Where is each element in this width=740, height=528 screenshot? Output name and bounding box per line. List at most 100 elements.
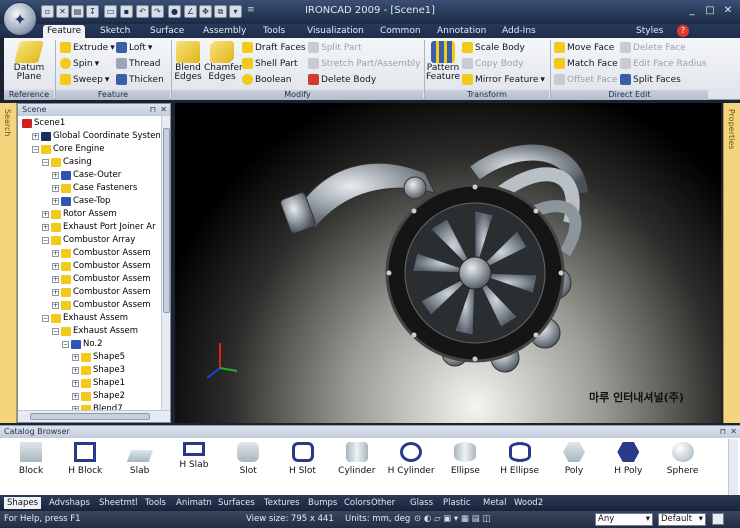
collapse-icon[interactable]: −: [42, 315, 49, 322]
tab-add-ins[interactable]: Add-Ins: [498, 25, 540, 38]
collapse-icon[interactable]: −: [52, 328, 59, 335]
catalog-tab-surfaces[interactable]: Surfaces: [215, 497, 258, 509]
tree-item[interactable]: + Combustor Assem: [52, 286, 151, 299]
catalog-item[interactable]: H Slot: [278, 442, 328, 476]
tab-assembly[interactable]: Assembly: [199, 25, 250, 38]
catalog-tab-wood2[interactable]: Wood2: [511, 497, 546, 509]
maximize-button[interactable]: □: [703, 4, 717, 17]
tree-item[interactable]: − Casing: [42, 156, 92, 169]
3d-viewport[interactable]: 마루 인터내셔널(주): [175, 103, 721, 423]
expand-icon[interactable]: +: [42, 224, 49, 231]
tree-item[interactable]: − Combustor Array: [42, 234, 135, 247]
tree-item[interactable]: − No.2: [62, 338, 103, 351]
shell-part-button[interactable]: Shell Part: [242, 58, 298, 69]
render-icon[interactable]: ●: [168, 5, 181, 18]
expand-icon[interactable]: +: [72, 393, 79, 400]
tab-annotation[interactable]: Annotation: [433, 25, 490, 38]
view-icon[interactable]: ▾: [229, 5, 242, 18]
catalog-item[interactable]: Sphere: [658, 442, 708, 476]
measure-icon[interactable]: ∠: [184, 5, 197, 18]
expand-icon[interactable]: +: [52, 172, 59, 179]
properties-side-tab[interactable]: Properties: [723, 103, 740, 423]
collapse-icon[interactable]: −: [32, 146, 39, 153]
minimize-button[interactable]: _: [685, 4, 699, 17]
split-part-button[interactable]: Split Part: [308, 42, 362, 53]
datum-plane-button[interactable]: Datum Plane: [8, 41, 50, 82]
expand-icon[interactable]: +: [72, 354, 79, 361]
catalog-item[interactable]: H Block: [60, 442, 110, 476]
catalog-tab-shapes[interactable]: Shapes: [4, 497, 42, 509]
tab-sketch[interactable]: Sketch: [96, 25, 134, 38]
expand-icon[interactable]: +: [52, 276, 59, 283]
tab-surface[interactable]: Surface: [146, 25, 188, 38]
catalog-tab-sheetmtl[interactable]: Sheetmtl: [96, 497, 141, 509]
split-faces-button[interactable]: Split Faces: [620, 74, 681, 85]
draft-faces-button[interactable]: Draft Faces: [242, 42, 306, 53]
tree-item[interactable]: + Case-Outer: [52, 169, 121, 182]
extrude-button[interactable]: Extrude ▾: [60, 42, 115, 53]
catalog-item[interactable]: H Poly: [603, 442, 653, 476]
copy-body-button[interactable]: Copy Body: [462, 58, 523, 69]
catalog-tab-glass[interactable]: Glass: [407, 497, 436, 509]
close-doc-icon[interactable]: ✕: [56, 5, 69, 18]
undo-icon[interactable]: ↶: [136, 5, 149, 18]
tree-item[interactable]: + Combustor Assem: [52, 273, 151, 286]
spin-button[interactable]: Spin ▾: [60, 58, 99, 69]
close-pane-icon[interactable]: ✕: [160, 104, 167, 116]
status-tool-icons[interactable]: ⊙ ◐ ▱ ▣ ▾ ▦ ▤ ◫: [414, 513, 490, 526]
help-icon[interactable]: ?: [677, 25, 689, 37]
close-pane-icon[interactable]: ✕: [730, 426, 737, 438]
expand-icon[interactable]: +: [52, 185, 59, 192]
tree-item[interactable]: + Shape3: [72, 364, 125, 377]
catalog-item[interactable]: Ellipse: [440, 442, 490, 476]
thread-button[interactable]: Thread: [116, 58, 160, 69]
tree-item[interactable]: + Case-Top: [52, 195, 110, 208]
catalog-tab-bumps[interactable]: Bumps: [305, 497, 340, 509]
delete-body-button[interactable]: Delete Body: [308, 74, 376, 85]
tree-item[interactable]: + Shape5: [72, 351, 125, 364]
search-side-tab[interactable]: Search: [0, 103, 17, 423]
expand-icon[interactable]: +: [72, 367, 79, 374]
pin-icon[interactable]: ⊓: [150, 104, 156, 116]
tree-item[interactable]: + Exhaust Port Joiner Ar: [42, 221, 156, 234]
move-icon[interactable]: ✥: [199, 5, 212, 18]
app-menu-button[interactable]: ✦: [3, 2, 37, 36]
collapse-icon[interactable]: −: [42, 159, 49, 166]
customize-qat-icon[interactable]: ≡: [247, 5, 255, 15]
catalog-item[interactable]: Slab: [115, 442, 165, 476]
import-icon[interactable]: ↧: [86, 5, 99, 18]
boolean-button[interactable]: Boolean: [242, 74, 291, 85]
tree-item[interactable]: Scene1: [22, 117, 65, 130]
tree-item[interactable]: + Combustor Assem: [52, 247, 151, 260]
catalog-tab-metal[interactable]: Metal: [480, 497, 509, 509]
vertical-scrollbar[interactable]: [161, 116, 170, 412]
expand-icon[interactable]: +: [72, 380, 79, 387]
scroll-thumb[interactable]: [30, 413, 150, 420]
sweep-button[interactable]: Sweep ▾: [60, 74, 109, 85]
stretch-part-button[interactable]: Stretch Part/Assembly: [308, 58, 421, 69]
expand-icon[interactable]: +: [52, 198, 59, 205]
tree-item[interactable]: + Shape1: [72, 377, 125, 390]
catalog-item[interactable]: H Slab: [169, 442, 219, 470]
delete-face-button[interactable]: Delete Face: [620, 42, 686, 53]
copy-icon[interactable]: ⧉: [214, 5, 227, 18]
styles-menu[interactable]: Styles: [632, 25, 667, 38]
catalog-item[interactable]: Cylinder: [332, 442, 382, 476]
filter-combo[interactable]: Any ▾: [595, 513, 653, 526]
catalog-scrollbar[interactable]: [728, 439, 738, 495]
blend-edges-button[interactable]: Blend Edges: [174, 41, 202, 82]
engine-model[interactable]: [175, 103, 721, 423]
tab-visualization[interactable]: Visualization: [303, 25, 368, 38]
collapse-icon[interactable]: −: [62, 341, 69, 348]
expand-icon[interactable]: +: [42, 211, 49, 218]
save-icon[interactable]: ▪: [120, 5, 133, 18]
catalog-tab-tools[interactable]: Tools: [142, 497, 169, 509]
tree-item[interactable]: − Core Engine: [32, 143, 105, 156]
catalog-tab-other[interactable]: Other: [368, 497, 398, 509]
catalog-item[interactable]: H Ellipse: [495, 442, 545, 476]
catalog-tab-animatn[interactable]: Animatn: [173, 497, 215, 509]
new-icon[interactable]: ▫: [41, 5, 54, 18]
horizontal-scrollbar[interactable]: [18, 410, 170, 422]
status-settings-icon[interactable]: [712, 513, 724, 525]
catalog-item[interactable]: Block: [6, 442, 56, 476]
